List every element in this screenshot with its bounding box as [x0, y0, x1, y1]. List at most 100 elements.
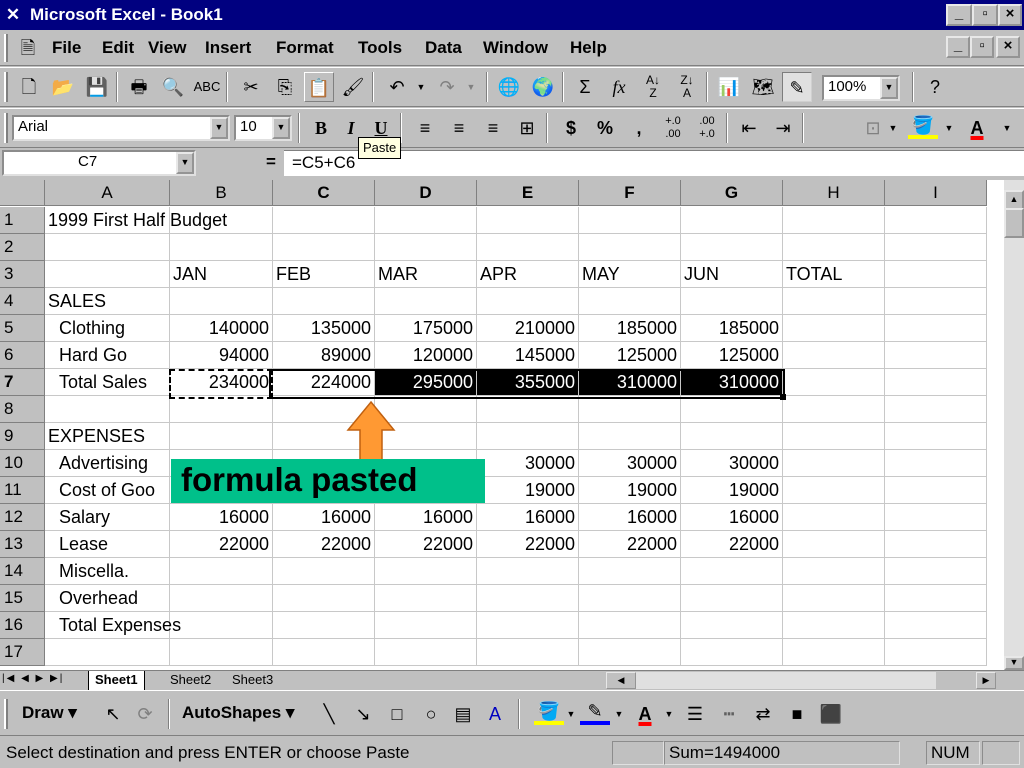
drawing-icon[interactable]: ✎ [782, 72, 812, 102]
wordart-icon[interactable]: A [480, 699, 510, 729]
dash-style-icon[interactable]: ┅ [714, 699, 744, 729]
zoom-select[interactable]: 100% ▼ [822, 75, 900, 101]
row-header-5[interactable]: 5 [0, 315, 45, 342]
save-icon[interactable]: 💾 [82, 72, 112, 102]
column-header-d[interactable]: D [375, 180, 477, 206]
cell-e15[interactable] [477, 585, 579, 612]
cell-f8[interactable] [579, 396, 681, 423]
cell-f4[interactable] [579, 288, 681, 315]
borders-dropdown-icon[interactable]: ▼ [878, 113, 908, 143]
cell-f14[interactable] [579, 558, 681, 585]
workbook-icon[interactable]: 🗎 [16, 36, 40, 60]
merge-center-icon[interactable]: ⊞ [512, 113, 542, 143]
chevron-down-icon[interactable]: ▼ [210, 117, 228, 139]
doc-restore-button[interactable]: ▫ [970, 36, 994, 58]
sort-descending-icon[interactable]: Z↓ A [672, 72, 702, 102]
cell-g3[interactable]: JUN [681, 261, 783, 288]
cell-a14[interactable]: Miscella. [45, 558, 170, 585]
cell-h14[interactable] [783, 558, 885, 585]
autosum-icon[interactable]: Σ [570, 72, 600, 102]
insert-hyperlink-icon[interactable]: 🌐 [494, 72, 524, 102]
font-color-dropdown-icon[interactable]: ▼ [994, 113, 1020, 143]
cell-a3[interactable] [45, 261, 170, 288]
shadow-icon[interactable]: ■ [782, 699, 812, 729]
toolbar-grip[interactable] [4, 113, 8, 143]
select-all-corner[interactable] [0, 180, 45, 206]
cell-h11[interactable] [783, 477, 885, 504]
toolbar-grip[interactable] [4, 699, 8, 729]
currency-icon[interactable]: $ [556, 113, 586, 143]
menu-tools[interactable]: Tools [358, 38, 402, 58]
map-icon[interactable]: 🗺 [748, 72, 778, 102]
doc-close-button[interactable]: × [996, 36, 1020, 58]
cell-e6[interactable]: 145000 [477, 342, 579, 369]
row-header-11[interactable]: 11 [0, 477, 45, 504]
oval-icon[interactable]: ○ [416, 699, 446, 729]
row-header-15[interactable]: 15 [0, 585, 45, 612]
row-header-1[interactable]: 1 [0, 207, 45, 234]
cell-e17[interactable] [477, 639, 579, 666]
cell-c4[interactable] [273, 288, 375, 315]
paste-icon[interactable]: 📋 [304, 72, 334, 102]
chevron-down-icon[interactable]: ▼ [880, 77, 898, 99]
cell-f11[interactable]: 19000 [579, 477, 681, 504]
format-painter-icon[interactable]: 🖌 [338, 72, 368, 102]
autoshapes-menu-button[interactable]: AutoShapes ▾ [182, 703, 294, 723]
row-header-16[interactable]: 16 [0, 612, 45, 639]
cell-d16[interactable] [375, 612, 477, 639]
fill-handle[interactable] [780, 394, 786, 400]
cell-f17[interactable] [579, 639, 681, 666]
increase-indent-icon[interactable]: ⇥ [768, 113, 798, 143]
line-style-icon[interactable]: ☰ [680, 699, 710, 729]
menu-window[interactable]: Window [483, 38, 548, 58]
cell-i17[interactable] [885, 639, 987, 666]
row-header-14[interactable]: 14 [0, 558, 45, 585]
cell-e1[interactable] [477, 207, 579, 234]
cell-i8[interactable] [885, 396, 987, 423]
cell-e2[interactable] [477, 234, 579, 261]
rectangle-icon[interactable]: □ [382, 699, 412, 729]
cell-e9[interactable] [477, 423, 579, 450]
cell-b3[interactable]: JAN [170, 261, 273, 288]
cell-b4[interactable] [170, 288, 273, 315]
tab-sheet1[interactable]: Sheet1 [88, 671, 145, 690]
cell-g2[interactable] [681, 234, 783, 261]
column-header-i[interactable]: I [885, 180, 987, 206]
cell-h9[interactable] [783, 423, 885, 450]
cell-a16[interactable]: Total Expenses [45, 612, 181, 639]
spelling-icon[interactable]: ABC [192, 72, 222, 102]
cell-f1[interactable] [579, 207, 681, 234]
cell-i6[interactable] [885, 342, 987, 369]
scroll-up-icon[interactable]: ▲ [1004, 190, 1024, 210]
cell-d13[interactable]: 22000 [375, 531, 477, 558]
cell-h7[interactable] [783, 369, 885, 396]
cell-e12[interactable]: 16000 [477, 504, 579, 531]
cell-a2[interactable] [45, 234, 170, 261]
office-assistant-icon[interactable]: ? [920, 72, 950, 102]
draw-menu-button[interactable]: Draw ▾ [22, 703, 77, 723]
cell-h3[interactable]: TOTAL [783, 261, 885, 288]
cell-c14[interactable] [273, 558, 375, 585]
cell-g16[interactable] [681, 612, 783, 639]
percent-icon[interactable]: % [590, 113, 620, 143]
hscroll-left-icon[interactable]: ◀ [606, 672, 636, 689]
cell-e8[interactable] [477, 396, 579, 423]
cut-icon[interactable]: ✂ [236, 72, 266, 102]
cell-b9[interactable] [170, 423, 273, 450]
cell-f9[interactable] [579, 423, 681, 450]
cell-h1[interactable] [783, 207, 885, 234]
horizontal-scrollbar[interactable] [636, 672, 936, 689]
cell-b5[interactable]: 140000 [170, 315, 273, 342]
cell-c15[interactable] [273, 585, 375, 612]
cell-g8[interactable] [681, 396, 783, 423]
cell-h2[interactable] [783, 234, 885, 261]
cell-c17[interactable] [273, 639, 375, 666]
cell-i12[interactable] [885, 504, 987, 531]
cell-b15[interactable] [170, 585, 273, 612]
line-icon[interactable]: ╲ [314, 699, 344, 729]
worksheet-grid[interactable]: ABCDEFGHI 1 2 3 4 5 6 7 8 9 10 11 12 13 14 15 16 17 1999… [0, 180, 1004, 670]
cell-f15[interactable] [579, 585, 681, 612]
print-preview-icon[interactable]: 🔍 [158, 72, 188, 102]
cell-a13[interactable]: Lease [45, 531, 170, 558]
cell-g4[interactable] [681, 288, 783, 315]
